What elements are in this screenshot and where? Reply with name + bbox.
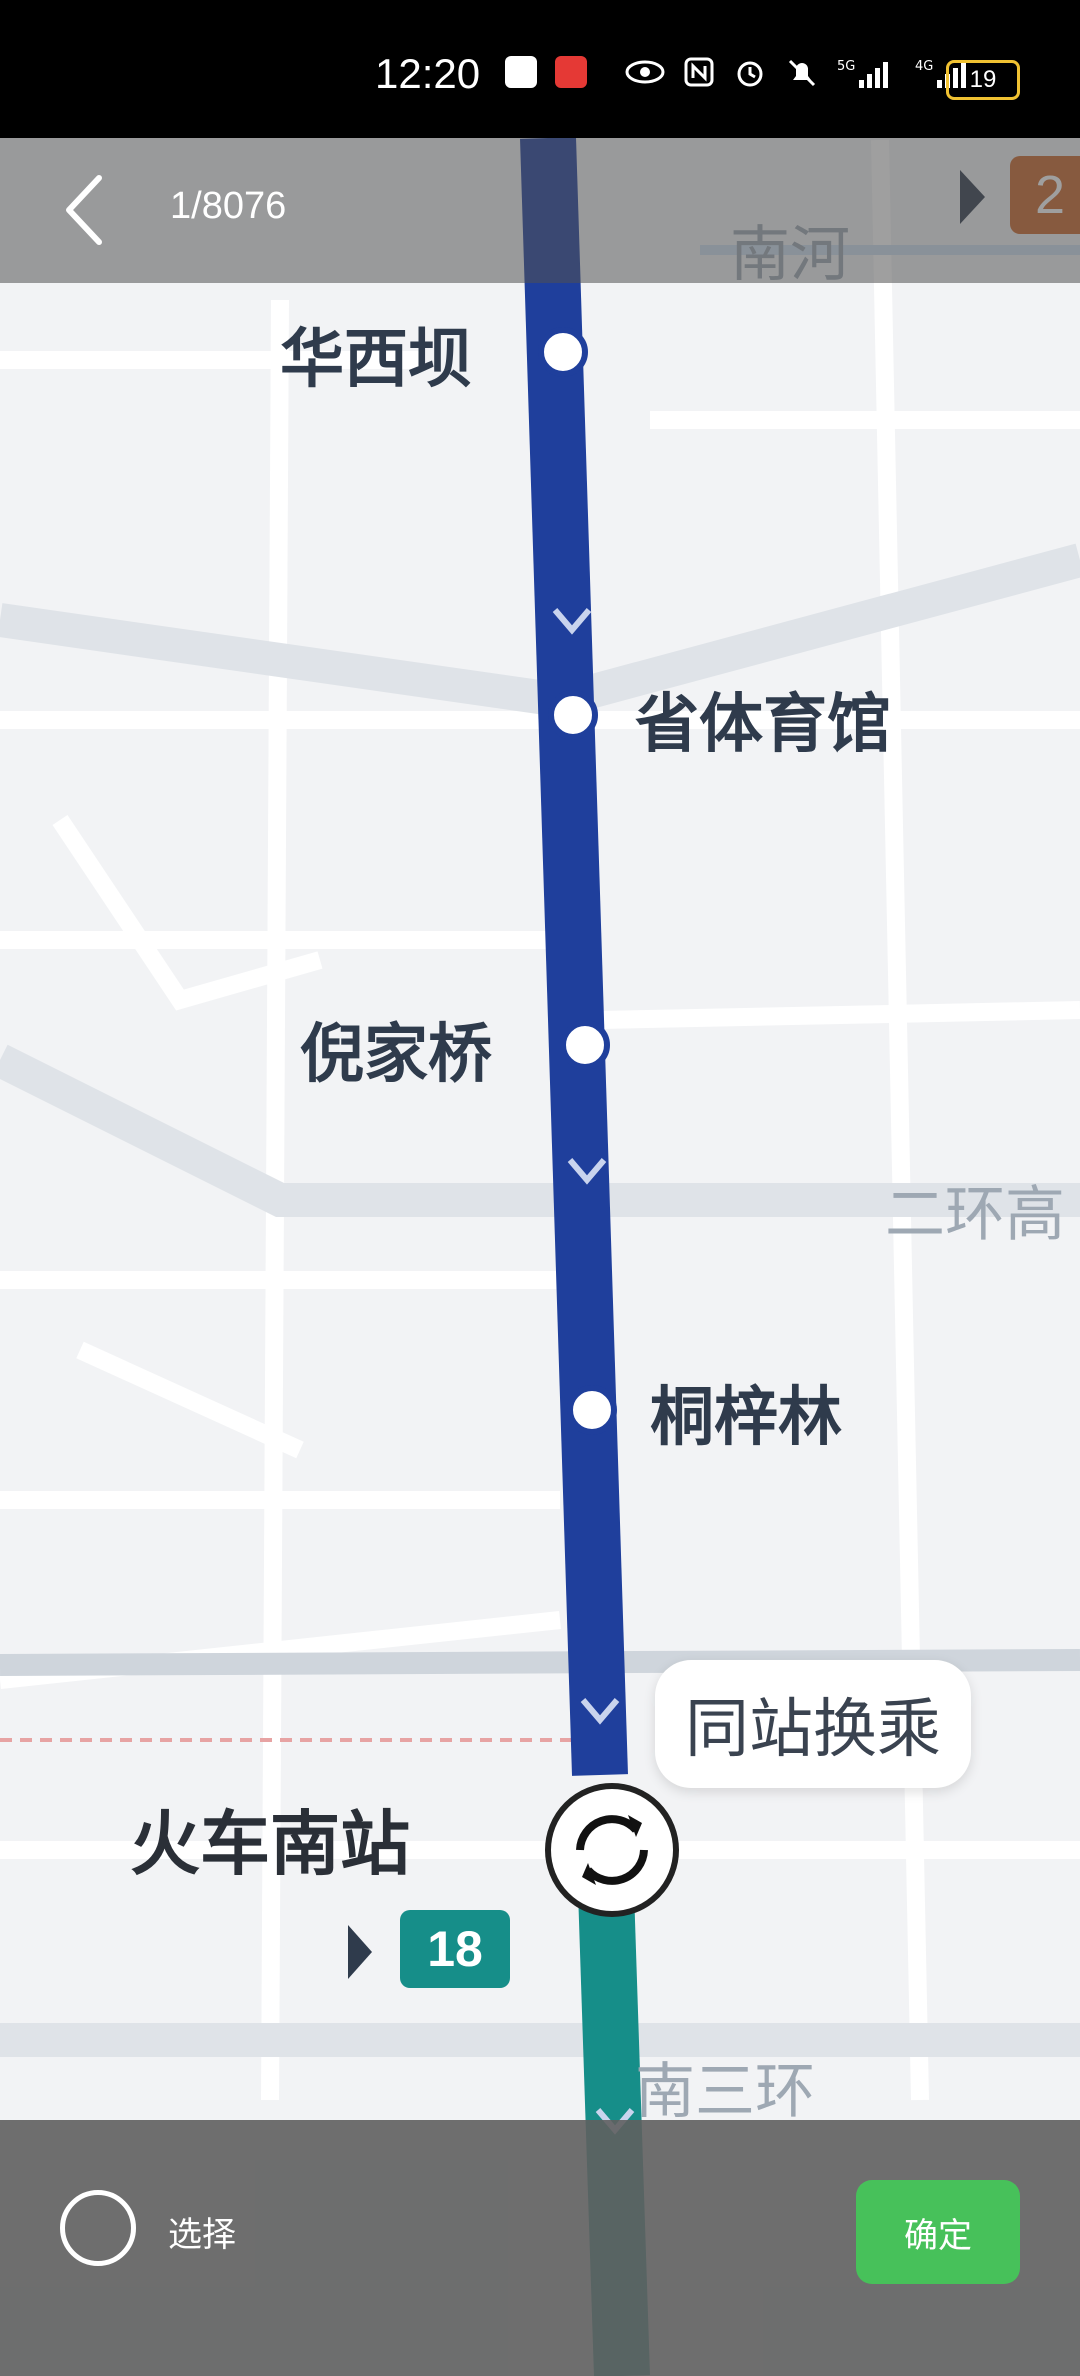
transfer-bubble: 同站换乘	[655, 1660, 971, 1788]
map-roads	[0, 138, 1080, 2376]
image-counter: 1/8076	[170, 185, 287, 227]
road-label-ring2: 二环高	[885, 1180, 1065, 1250]
station-label-nijiaqiao[interactable]: 倪家桥	[300, 1003, 492, 1095]
mute-icon	[788, 59, 816, 87]
svg-text:5G: 5G	[837, 59, 855, 74]
station-label-tongzilin[interactable]: 桐梓林	[650, 1366, 842, 1458]
alarm-icon	[737, 61, 763, 87]
signal-5g-icon: 5G	[837, 59, 888, 88]
select-label[interactable]: 选择	[168, 2207, 236, 2256]
station-label-huochenanzhan[interactable]: 火车南站	[130, 1788, 410, 1889]
station-label-huaxiba[interactable]: 华西坝	[280, 308, 472, 400]
confirm-button[interactable]: 确定	[856, 2180, 1020, 2284]
station-label-shengtiyuguan[interactable]: 省体育馆	[635, 673, 891, 765]
road-label-ring3: 南三环	[635, 2057, 815, 2127]
back-button[interactable]	[55, 170, 115, 250]
status-bar: 12:20 5G 4G 19	[0, 0, 1080, 138]
eye-icon	[625, 60, 665, 84]
chevron-left-icon	[66, 175, 102, 245]
status-system-icons: 5G 4G	[625, 56, 975, 90]
select-checkbox[interactable]	[60, 2190, 136, 2266]
nfc-icon	[684, 57, 714, 87]
svg-text:4G: 4G	[915, 59, 933, 74]
app-notification-icon	[555, 56, 587, 88]
status-app-icons	[505, 56, 587, 88]
battery-indicator: 19	[946, 60, 1020, 100]
metro-map[interactable]: 南河 二环高 南三环 华西坝 省体育馆 倪家桥 桐梓林 火车南站 同站换乘 18…	[0, 138, 1080, 2376]
top-toolbar	[0, 138, 1080, 283]
line-18-badge: 18	[400, 1910, 510, 1988]
qq-icon	[505, 56, 537, 88]
status-time: 12:20	[375, 50, 481, 97]
